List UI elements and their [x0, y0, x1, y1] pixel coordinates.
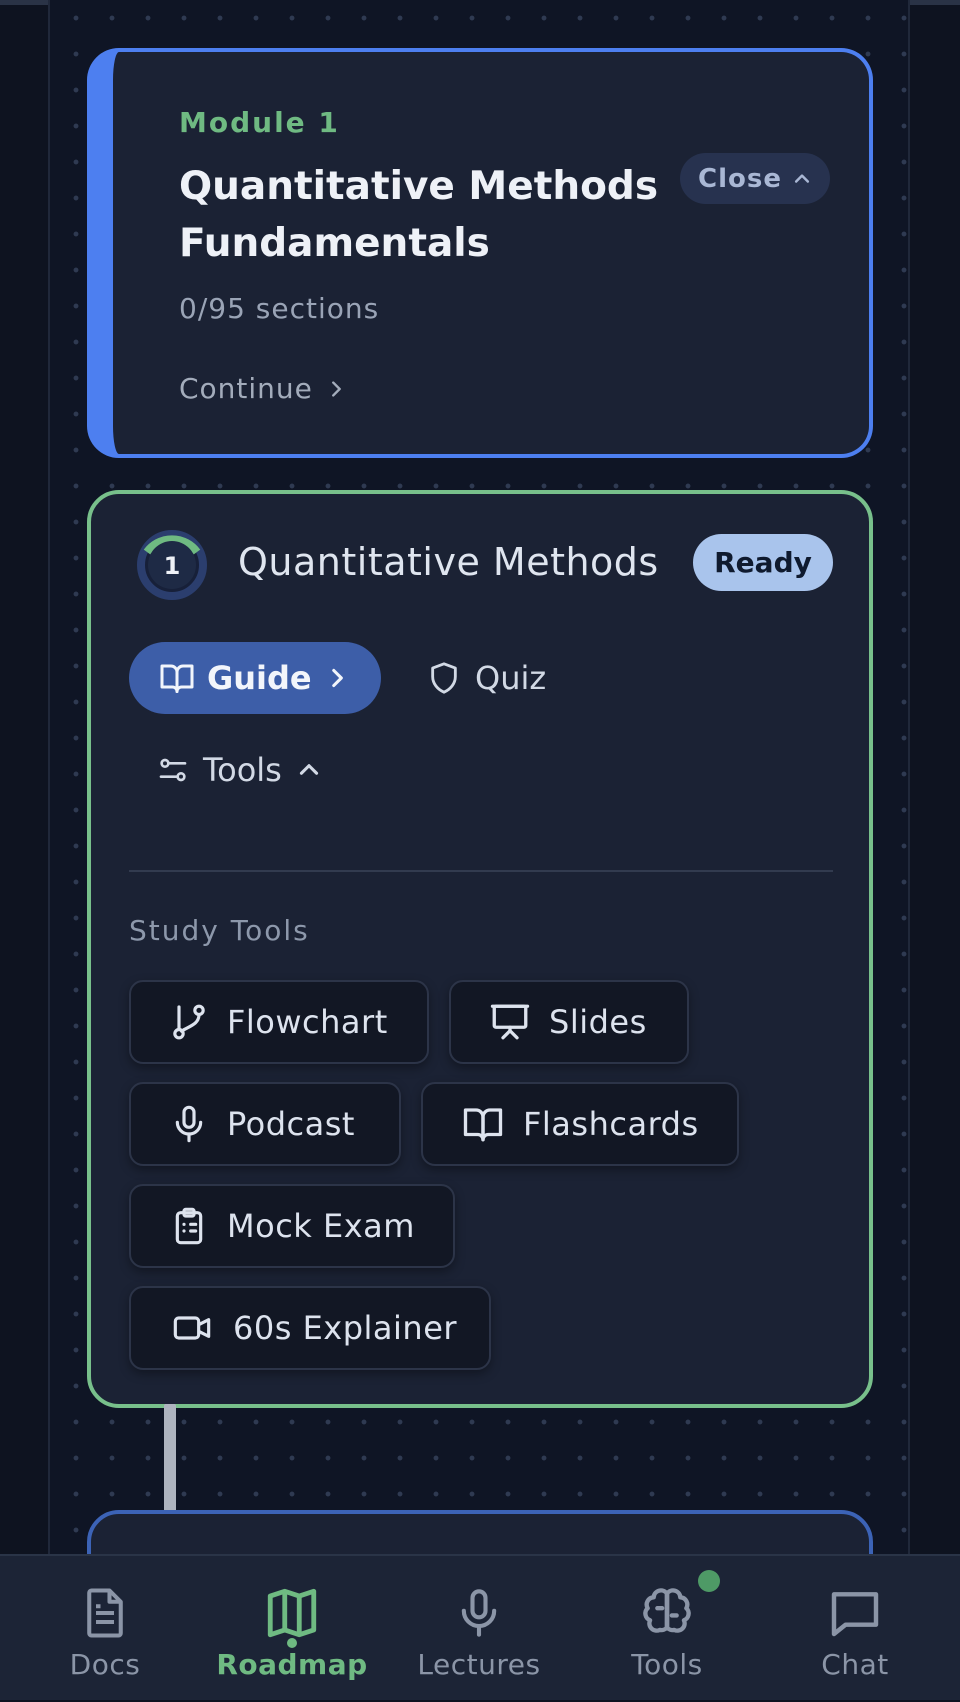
quiz-button[interactable]: Quiz [411, 642, 562, 714]
topic-title: Quantitative Methods [238, 540, 659, 584]
close-label: Close [698, 163, 782, 194]
tool-mock-exam-button[interactable]: Mock Exam [129, 1184, 455, 1268]
module-label: Module 1 [179, 106, 340, 139]
nav-tools[interactable]: Tools [572, 1556, 762, 1702]
tools-label: Tools [203, 751, 282, 789]
book-open-icon [160, 664, 194, 693]
nav-chat[interactable]: Chat [760, 1556, 950, 1702]
flowchart-icon [173, 1004, 205, 1040]
study-tools-heading: Study Tools [129, 914, 310, 947]
guide-label: Guide [207, 659, 312, 697]
tool-flashcards-button[interactable]: Flashcards [421, 1082, 739, 1166]
topic-number: 1 [164, 552, 181, 580]
module-title: Quantitative Methods Fundamentals [179, 164, 659, 266]
tool-slides-button[interactable]: Slides [449, 980, 689, 1064]
close-module-button[interactable]: Close [680, 153, 830, 204]
nav-label: Chat [821, 1648, 889, 1681]
chat-icon [831, 1592, 879, 1637]
topic-progress-ring: 1 [135, 528, 209, 602]
nav-label: Tools [631, 1648, 703, 1681]
nav-label: Docs [69, 1648, 141, 1681]
brain-icon [643, 1588, 691, 1633]
document-icon [87, 1588, 123, 1638]
module-sections-progress: 0/95 sections [179, 292, 380, 325]
map-icon [267, 1588, 317, 1638]
sliders-icon [159, 758, 187, 782]
module-card[interactable]: Module 1 Quantitative Methods Fundamenta… [87, 48, 873, 458]
divider [129, 870, 833, 872]
nav-roadmap[interactable]: Roadmap [197, 1556, 387, 1702]
chevron-up-icon [794, 173, 810, 183]
book-open-icon [463, 1108, 503, 1142]
continue-button[interactable]: Continue [179, 372, 347, 405]
microphone-icon [175, 1105, 203, 1143]
shield-icon [431, 662, 457, 694]
nav-label: Roadmap [216, 1648, 368, 1681]
tool-label: Flowchart [227, 1003, 388, 1041]
presentation-icon [490, 1004, 530, 1040]
chevron-right-icon [331, 668, 343, 688]
roadmap-connector [164, 1404, 176, 1514]
nav-lectures[interactable]: Lectures [384, 1556, 574, 1702]
chevron-up-icon [299, 764, 318, 775]
tool-label: Podcast [227, 1105, 355, 1143]
app-screen: Module 1 Quantitative Methods Fundamenta… [0, 0, 960, 1700]
continue-label: Continue [179, 372, 313, 405]
nav-docs[interactable]: Docs [10, 1556, 200, 1702]
bottom-nav: Docs Roadmap Lectures Tools Chat [0, 1554, 960, 1700]
tool-explainer-button[interactable]: 60s Explainer [129, 1286, 491, 1370]
quiz-label: Quiz [475, 659, 547, 697]
active-indicator [287, 1638, 297, 1648]
status-badge: Ready [693, 534, 833, 591]
clipboard-icon [175, 1207, 203, 1245]
tool-flowchart-button[interactable]: Flowchart [129, 980, 429, 1064]
notification-dot [698, 1570, 720, 1592]
video-icon [173, 1316, 211, 1340]
microphone-icon [461, 1589, 497, 1637]
chevron-right-icon [331, 380, 341, 397]
tool-label: Flashcards [523, 1105, 699, 1143]
guide-button[interactable]: Guide [129, 642, 381, 714]
tool-label: Mock Exam [227, 1207, 415, 1245]
tool-label: Slides [549, 1003, 647, 1041]
tool-podcast-button[interactable]: Podcast [129, 1082, 401, 1166]
nav-label: Lectures [417, 1648, 541, 1681]
tools-toggle-button[interactable]: Tools [157, 734, 322, 806]
topic-card[interactable]: 1 Quantitative Methods Ready Guide Quiz … [87, 490, 873, 1408]
tool-label: 60s Explainer [233, 1309, 458, 1347]
